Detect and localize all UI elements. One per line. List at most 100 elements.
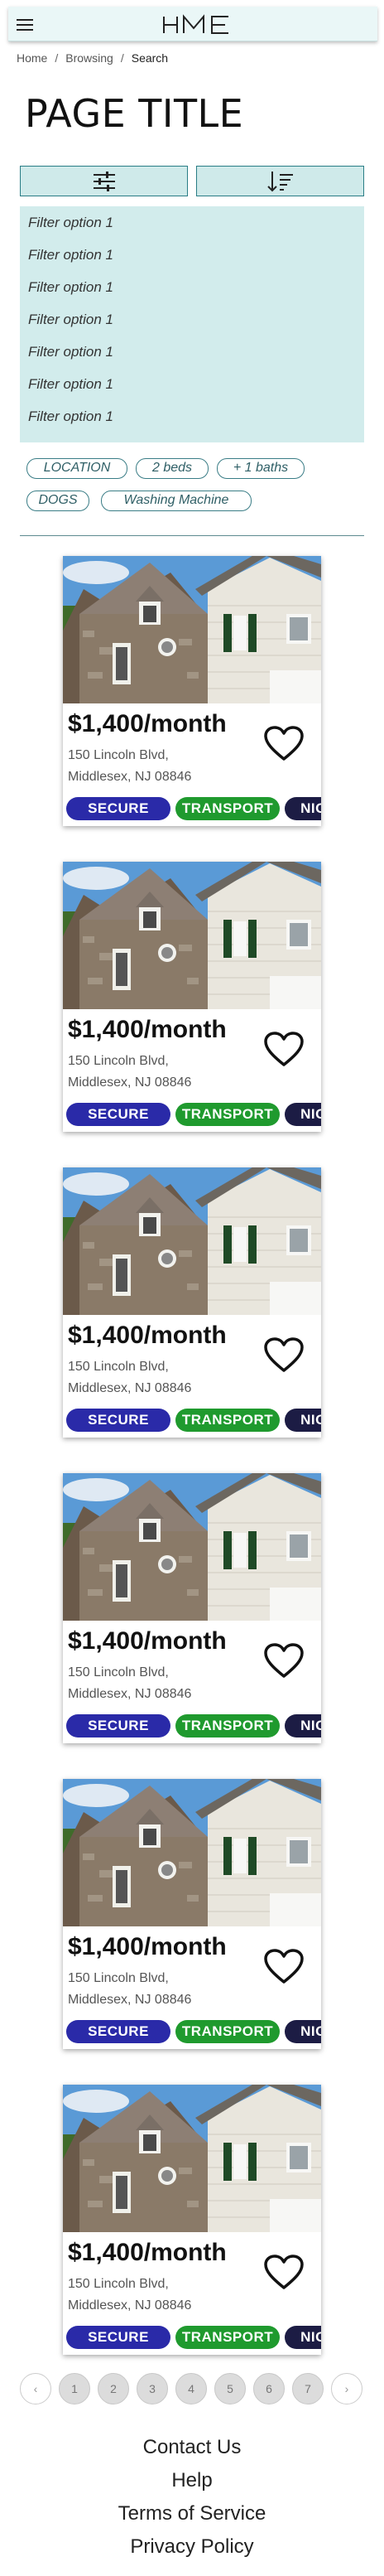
property-photo[interactable]: [63, 1167, 321, 1315]
address-line-1: 150 Lincoln Blvd,: [68, 748, 169, 762]
breadcrumb-browsing[interactable]: Browsing: [65, 51, 113, 65]
page-button[interactable]: 5: [214, 2373, 246, 2404]
favorite-heart-icon[interactable]: [263, 1949, 305, 1985]
property-photo[interactable]: [63, 1473, 321, 1621]
brand-logo[interactable]: [162, 13, 230, 36]
listing-tag: NIG: [285, 1103, 321, 1126]
listing-card[interactable]: $1,400/month 150 Lincoln Blvd, Middlesex, …: [63, 556, 321, 826]
footer-link-terms[interactable]: Terms of Service: [0, 2502, 384, 2525]
filter-option[interactable]: Filter option 1: [28, 376, 113, 393]
filter-toggle-button[interactable]: [20, 166, 188, 196]
footer-link-contact[interactable]: Contact Us: [0, 2436, 384, 2459]
listing-price: $1,400/month: [68, 1627, 227, 1655]
breadcrumb-separator: /: [55, 51, 59, 65]
listing-tag: TRANSPORT: [175, 1103, 280, 1126]
sort-button[interactable]: [196, 166, 364, 196]
listing-card[interactable]: $1,400/month 150 Lincoln Blvd, Middlesex, …: [63, 1167, 321, 1438]
listing-tag: NIG: [285, 1714, 321, 1737]
listing-tags: SECURETRANSPORTNIG: [66, 1409, 321, 1432]
listing-tag: SECURE: [66, 1409, 170, 1432]
filter-option[interactable]: Filter option 1: [28, 312, 113, 328]
filter-option[interactable]: Filter option 1: [28, 215, 113, 231]
favorite-heart-icon[interactable]: [263, 1337, 305, 1374]
listing-tags: SECURETRANSPORTNIG: [66, 1714, 321, 1737]
next-page-button[interactable]: ›: [331, 2373, 362, 2404]
pagination: ‹ 1 2 3 4 5 6 7 ›: [20, 2373, 364, 2406]
listing-address: 150 Lincoln Blvd, Middlesex, NJ 08846: [68, 1968, 233, 2011]
address-line-1: 150 Lincoln Blvd,: [68, 1971, 169, 1985]
listing-card[interactable]: $1,400/month 150 Lincoln Blvd, Middlesex, …: [63, 1473, 321, 1743]
breadcrumb-separator: /: [120, 51, 124, 65]
favorite-heart-icon[interactable]: [263, 1643, 305, 1679]
favorite-heart-icon[interactable]: [263, 726, 305, 762]
property-photo[interactable]: [63, 556, 321, 703]
page-title: PAGE TITLE: [25, 91, 244, 136]
listing-tag: TRANSPORT: [175, 1409, 280, 1432]
listing-tags: SECURETRANSPORTNIG: [66, 2020, 321, 2043]
footer-link-privacy[interactable]: Privacy Policy: [0, 2535, 384, 2559]
listing-address: 150 Lincoln Blvd, Middlesex, NJ 08846: [68, 745, 233, 788]
app-header: [8, 7, 377, 41]
filter-option[interactable]: Filter option 1: [28, 279, 113, 296]
listing-tag: NIG: [285, 2020, 321, 2043]
breadcrumb: Home / Browsing / Search: [17, 51, 168, 65]
listing-tag: NIG: [285, 797, 321, 820]
filter-option[interactable]: Filter option 1: [28, 408, 113, 425]
address-line-2: Middlesex, NJ 08846: [68, 1687, 192, 1701]
page-button[interactable]: 6: [253, 2373, 285, 2404]
listing-address: 150 Lincoln Blvd, Middlesex, NJ 08846: [68, 1051, 233, 1094]
property-photo[interactable]: [63, 2085, 321, 2232]
listing-tag: SECURE: [66, 2326, 170, 2349]
listing-card[interactable]: $1,400/month 150 Lincoln Blvd, Middlesex, …: [63, 2085, 321, 2355]
page-button[interactable]: 4: [175, 2373, 207, 2404]
listing-tags: SECURETRANSPORTNIG: [66, 1103, 321, 1126]
page-button[interactable]: 2: [98, 2373, 129, 2404]
listing-price: $1,400/month: [68, 1933, 227, 1960]
listing-price: $1,400/month: [68, 710, 227, 737]
address-line-1: 150 Lincoln Blvd,: [68, 2277, 169, 2291]
listing-tag: SECURE: [66, 1714, 170, 1737]
chip-washing-machine[interactable]: Washing Machine: [101, 491, 252, 511]
listing-tag: NIG: [285, 1409, 321, 1432]
page-button[interactable]: 3: [137, 2373, 168, 2404]
property-photo[interactable]: [63, 1779, 321, 1926]
chip-dogs[interactable]: DOGS: [26, 491, 89, 511]
listing-price: $1,400/month: [68, 2239, 227, 2266]
address-line-1: 150 Lincoln Blvd,: [68, 1360, 169, 1374]
listing-price: $1,400/month: [68, 1322, 227, 1349]
footer-link-help[interactable]: Help: [0, 2469, 384, 2492]
listing-tag: TRANSPORT: [175, 1714, 280, 1737]
listing-card[interactable]: $1,400/month 150 Lincoln Blvd, Middlesex, …: [63, 862, 321, 1132]
page-button[interactable]: 1: [59, 2373, 90, 2404]
listing-tag: NIG: [285, 2326, 321, 2349]
listing-tag: SECURE: [66, 2020, 170, 2043]
chip-location[interactable]: LOCATION: [26, 458, 127, 479]
listing-tag: TRANSPORT: [175, 2326, 280, 2349]
breadcrumb-home[interactable]: Home: [17, 51, 47, 65]
listing-tag: SECURE: [66, 1103, 170, 1126]
listing-tags: SECURETRANSPORTNIG: [66, 797, 321, 820]
listing-tag: TRANSPORT: [175, 2020, 280, 2043]
listing-tag: TRANSPORT: [175, 797, 280, 820]
filter-option[interactable]: Filter option 1: [28, 247, 113, 263]
hamburger-menu-icon[interactable]: [17, 17, 33, 31]
favorite-heart-icon[interactable]: [263, 2255, 305, 2291]
address-line-2: Middlesex, NJ 08846: [68, 770, 192, 784]
chip-beds[interactable]: 2 beds: [136, 458, 209, 479]
listing-card[interactable]: $1,400/month 150 Lincoln Blvd, Middlesex, …: [63, 1779, 321, 2049]
sort-descending-icon: [266, 171, 293, 191]
listing-price: $1,400/month: [68, 1016, 227, 1043]
address-line-2: Middlesex, NJ 08846: [68, 1075, 192, 1090]
breadcrumb-current: Search: [131, 51, 169, 65]
address-line-2: Middlesex, NJ 08846: [68, 2298, 192, 2313]
page-button[interactable]: 7: [292, 2373, 324, 2404]
property-photo[interactable]: [63, 862, 321, 1009]
listing-address: 150 Lincoln Blvd, Middlesex, NJ 08846: [68, 1662, 233, 1705]
filter-option[interactable]: Filter option 1: [28, 344, 113, 360]
favorite-heart-icon[interactable]: [263, 1032, 305, 1068]
address-line-2: Middlesex, NJ 08846: [68, 1381, 192, 1395]
listing-tags: SECURETRANSPORTNIG: [66, 2326, 321, 2349]
chip-baths[interactable]: + 1 baths: [217, 458, 305, 479]
listing-address: 150 Lincoln Blvd, Middlesex, NJ 08846: [68, 1356, 233, 1399]
previous-page-button[interactable]: ‹: [20, 2373, 51, 2404]
